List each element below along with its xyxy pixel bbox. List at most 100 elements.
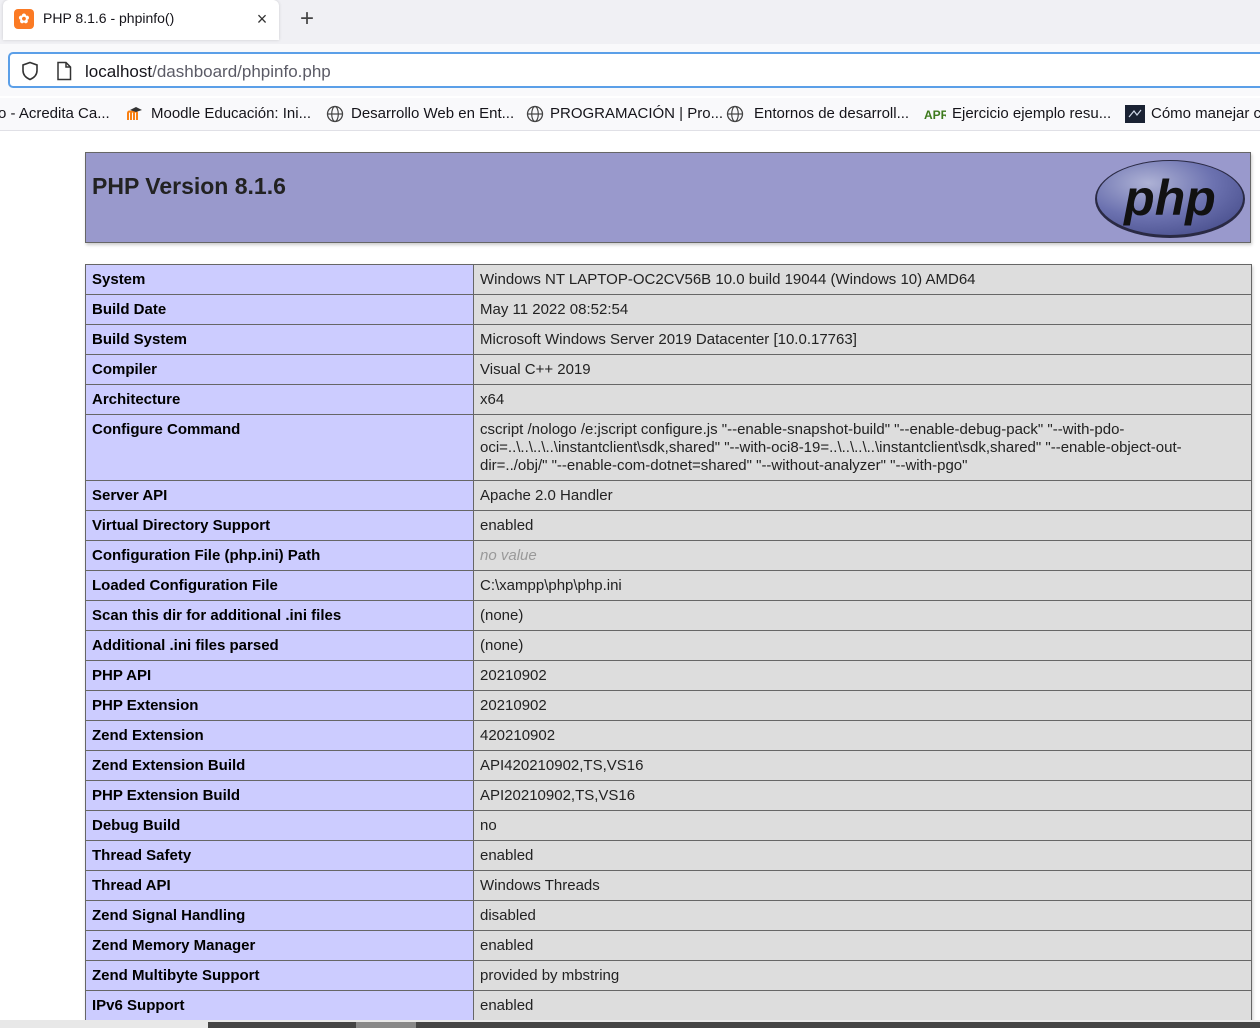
table-row: Configure Command cscript /nologo /e:jscr…: [85, 414, 1252, 481]
row-key: Build Date: [85, 294, 474, 325]
row-key: PHP Extension Build: [85, 780, 474, 811]
table-row: Compiler Visual C++ 2019: [85, 354, 1252, 385]
new-tab-button[interactable]: +: [294, 7, 320, 33]
bookmark-programacion[interactable]: PROGRAMACIÓN | Pro...: [550, 105, 723, 122]
row-value: Visual C++ 2019: [473, 354, 1252, 385]
row-key: PHP Extension: [85, 690, 474, 721]
table-row: Scan this dir for additional .ini files(…: [85, 600, 1252, 631]
php-logo-text: php: [1122, 170, 1216, 226]
row-value: C:\xampp\php\php.ini: [473, 570, 1252, 601]
page-title: PHP Version 8.1.6: [92, 173, 286, 199]
php-logo[interactable]: php: [1094, 159, 1246, 239]
table-row: IPv6 Support enabled: [85, 990, 1252, 1021]
bookmarks-toolbar: o - Acredita Ca... Moodle Educación: Ini…: [0, 98, 1260, 131]
row-key: Configuration File (php.ini) Path: [85, 540, 474, 571]
row-value: Windows NT LAPTOP-OC2CV56B 10.0 build 19…: [473, 264, 1252, 295]
row-value: enabled: [473, 990, 1252, 1021]
table-row: PHP API 20210902: [85, 660, 1252, 691]
page-content: PHP Version 8.1.6 php System Windows NT L…: [0, 131, 1260, 1028]
xampp-favicon-icon: ✿: [14, 9, 34, 29]
url-path: /dashboard/phpinfo.php: [152, 62, 331, 81]
navigation-bar: localhost/dashboard/phpinfo.php: [0, 44, 1260, 96]
row-value: cscript /nologo /e:jscript configure.js …: [473, 414, 1252, 481]
scrollbar-thumb-highlight[interactable]: [356, 1022, 416, 1028]
row-value: API420210902,TS,VS16: [473, 750, 1252, 781]
close-tab-icon[interactable]: ×: [251, 8, 273, 30]
row-value: 420210902: [473, 720, 1252, 751]
table-row: Thread API Windows Threads: [85, 870, 1252, 901]
table-row: Build System Microsoft Windows Server 201…: [85, 324, 1252, 355]
row-key: PHP API: [85, 660, 474, 691]
table-row: Zend Extension Build API420210902,TS,VS16: [85, 750, 1252, 781]
table-row: Zend Extension 420210902: [85, 720, 1252, 751]
page-icon[interactable]: [55, 61, 73, 81]
bookmark-entornos[interactable]: Entornos de desarroll...: [754, 105, 909, 122]
bookmark-acredita[interactable]: o - Acredita Ca...: [0, 105, 110, 122]
row-value: enabled: [473, 840, 1252, 871]
table-row: PHP Extension Build API20210902,TS,VS16: [85, 780, 1252, 811]
tab-strip: ✿ PHP 8.1.6 - phpinfo() × +: [0, 0, 1260, 44]
apr-icon: APR: [924, 108, 946, 122]
row-value: disabled: [473, 900, 1252, 931]
row-key: System: [85, 264, 474, 295]
tab-title: PHP 8.1.6 - phpinfo(): [43, 10, 175, 26]
row-value: no: [473, 810, 1252, 841]
table-row: Server API Apache 2.0 Handler: [85, 480, 1252, 511]
row-value: 20210902: [473, 690, 1252, 721]
row-value: Apache 2.0 Handler: [473, 480, 1252, 511]
row-value: Microsoft Windows Server 2019 Datacenter…: [473, 324, 1252, 355]
row-key: Configure Command: [85, 414, 474, 481]
url-text[interactable]: localhost/dashboard/phpinfo.php: [85, 62, 331, 82]
bookmark-ejercicio[interactable]: Ejercicio ejemplo resu...: [952, 105, 1111, 122]
globe-icon: [326, 105, 344, 123]
table-row: Zend Memory Manager enabled: [85, 930, 1252, 961]
moodle-icon: [127, 107, 142, 120]
bookmark-como-manejar[interactable]: Cómo manejar c: [1151, 105, 1260, 122]
row-key: Debug Build: [85, 810, 474, 841]
row-value: 20210902: [473, 660, 1252, 691]
row-key: Scan this dir for additional .ini files: [85, 600, 474, 631]
row-key: Virtual Directory Support: [85, 510, 474, 541]
row-value: API20210902,TS,VS16: [473, 780, 1252, 811]
row-value: enabled: [473, 930, 1252, 961]
horizontal-scrollbar[interactable]: [0, 1020, 1260, 1028]
shield-icon[interactable]: [20, 61, 40, 81]
row-key: Build System: [85, 324, 474, 355]
row-key: Compiler: [85, 354, 474, 385]
table-row: Zend Signal Handling disabled: [85, 900, 1252, 931]
table-row: Additional .ini files parsed (none): [85, 630, 1252, 661]
row-key: Zend Extension: [85, 720, 474, 751]
row-value: Windows Threads: [473, 870, 1252, 901]
row-key: Zend Multibyte Support: [85, 960, 474, 991]
row-value: May 11 2022 08:52:54: [473, 294, 1252, 325]
row-value: provided by mbstring: [473, 960, 1252, 991]
globe-icon: [726, 105, 744, 123]
globe-icon: [526, 105, 544, 123]
url-host: localhost: [85, 62, 153, 81]
row-value: enabled: [473, 510, 1252, 541]
row-key: IPv6 Support: [85, 990, 474, 1021]
address-bar[interactable]: localhost/dashboard/phpinfo.php: [8, 52, 1260, 88]
php-version-header: PHP Version 8.1.6 php: [85, 152, 1251, 243]
bookmark-moodle[interactable]: Moodle Educación: Ini...: [151, 105, 311, 122]
row-key: Additional .ini files parsed: [85, 630, 474, 661]
bookmark-desarrollo-web[interactable]: Desarrollo Web en Ent...: [351, 105, 514, 122]
table-row: Configuration File (php.ini) Path no valu…: [85, 540, 1252, 571]
table-row: Virtual Directory Support enabled: [85, 510, 1252, 541]
info-table: System Windows NT LAPTOP-OC2CV56B 10.0 bu…: [85, 264, 1252, 1028]
table-row: Loaded Configuration File C:\xampp\php\ph…: [85, 570, 1252, 601]
row-key: Architecture: [85, 384, 474, 415]
table-row: PHP Extension 20210902: [85, 690, 1252, 721]
table-row: Build Date May 11 2022 08:52:54: [85, 294, 1252, 325]
site-icon: [1125, 105, 1145, 123]
table-row: Thread Safety enabled: [85, 840, 1252, 871]
table-row: System Windows NT LAPTOP-OC2CV56B 10.0 bu…: [85, 264, 1252, 295]
table-row: Zend Multibyte Support provided by mbstri…: [85, 960, 1252, 991]
row-key: Zend Extension Build: [85, 750, 474, 781]
row-value: x64: [473, 384, 1252, 415]
browser-tab[interactable]: ✿ PHP 8.1.6 - phpinfo() ×: [3, 0, 279, 40]
row-key: Thread API: [85, 870, 474, 901]
table-row: Debug Build no: [85, 810, 1252, 841]
row-key: Zend Signal Handling: [85, 900, 474, 931]
row-value: no value: [473, 540, 1252, 571]
